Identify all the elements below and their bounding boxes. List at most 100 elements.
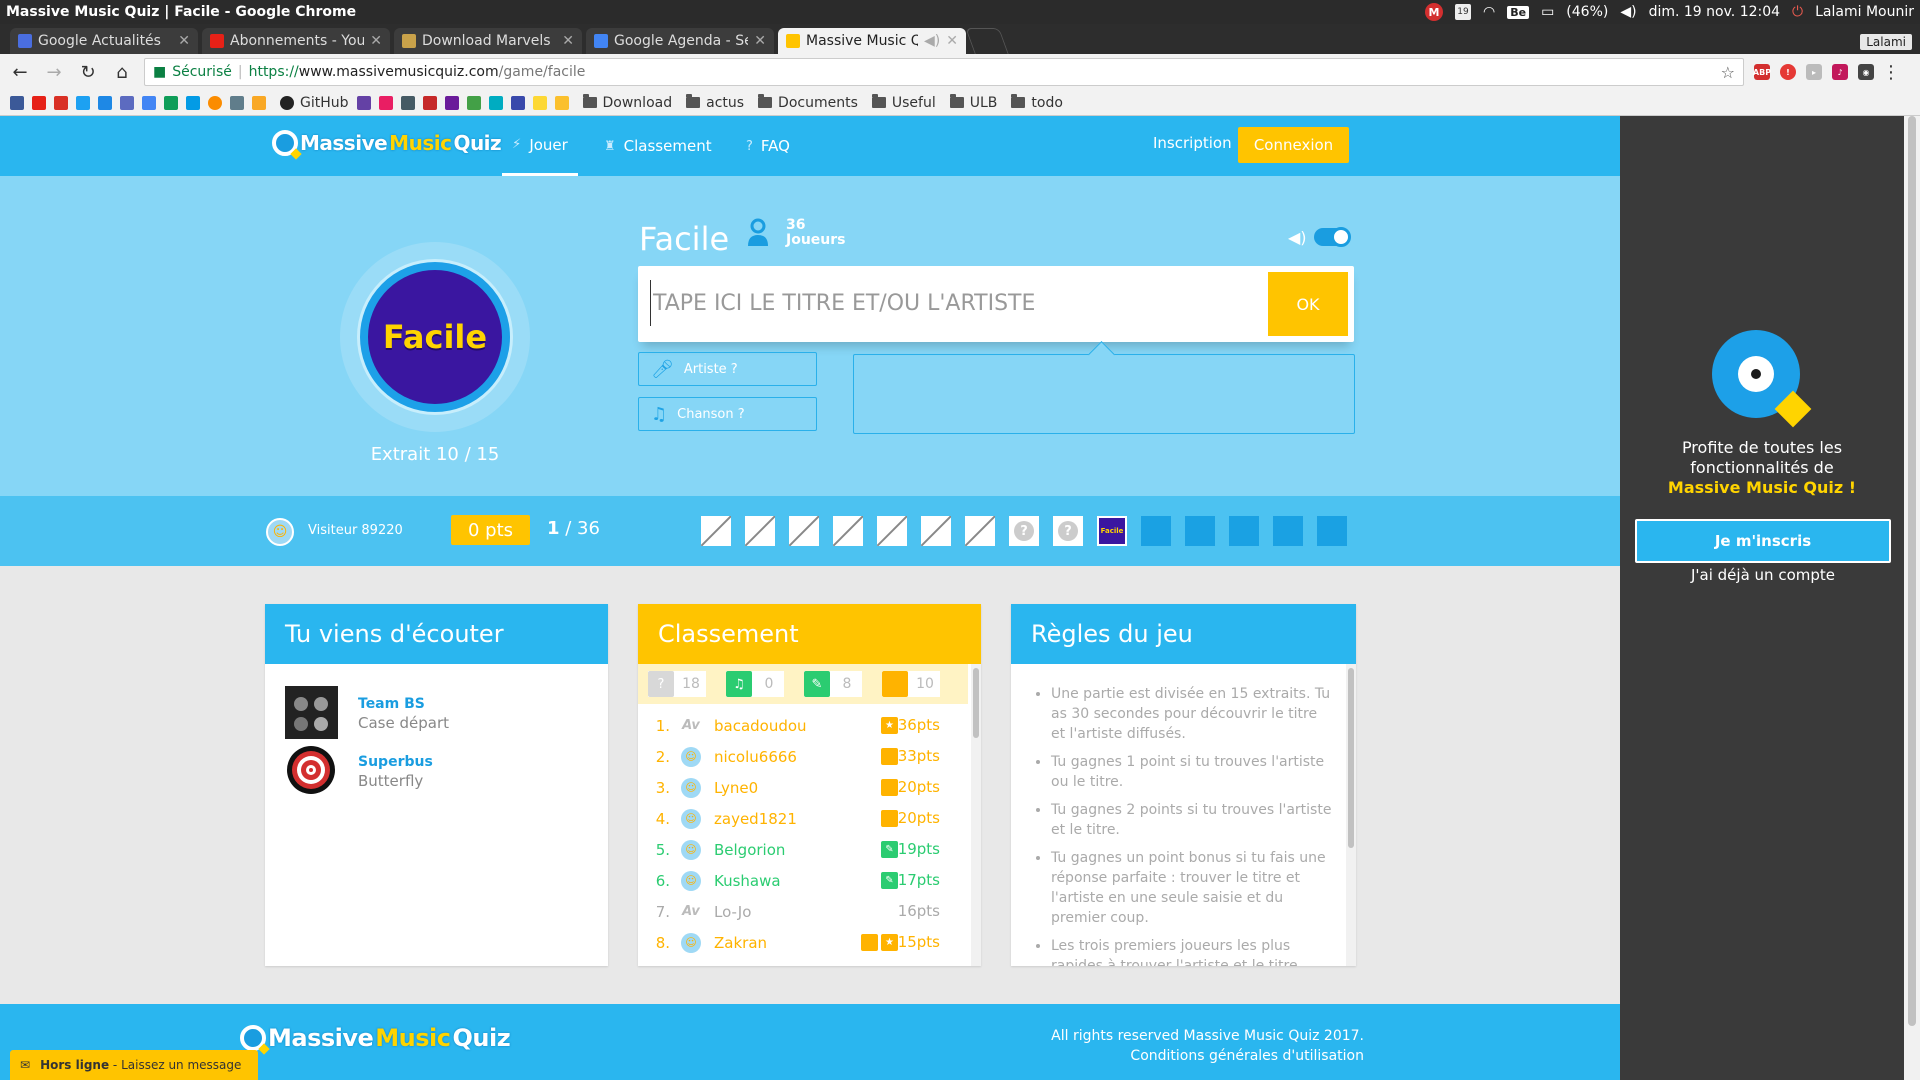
scrollbar-thumb[interactable] [1908, 116, 1916, 1026]
browser-tab[interactable]: Download Marvels ✕ [394, 28, 582, 54]
song-artist[interactable]: Team BS [358, 696, 449, 712]
nav-faq[interactable]: ? FAQ [746, 116, 790, 176]
bookmark-icon[interactable] [98, 95, 112, 110]
adblock-icon[interactable]: ABP [1753, 64, 1771, 80]
sound-toggle[interactable] [1314, 227, 1351, 247]
clock[interactable]: dim. 19 nov. 12:04 [1649, 4, 1780, 20]
bookmark-icon[interactable] [488, 95, 503, 110]
chat-widget[interactable]: ✉ Hors ligne - Laissez un message [10, 1050, 258, 1080]
player-name[interactable]: Zakran [714, 934, 767, 952]
bookmark-github[interactable]: GitHub [280, 95, 349, 111]
signup-button[interactable]: Je m'inscris [1635, 519, 1891, 563]
bookmark-icon[interactable] [208, 95, 222, 110]
terms-link[interactable]: Conditions générales d'utilisation [1051, 1046, 1364, 1066]
login-link[interactable]: J'ai déjà un compte [1635, 566, 1891, 584]
battery-icon[interactable]: ▭ [1541, 4, 1554, 20]
bookmark-icon[interactable] [252, 95, 266, 110]
bookmark-icon[interactable] [400, 95, 415, 110]
browser-tab[interactable]: Google Actualités ✕ [10, 28, 198, 54]
gmail-icon[interactable] [54, 95, 68, 110]
bookmark-folder-todo[interactable]: todo [1011, 94, 1063, 111]
ranking-scrollbar[interactable] [971, 664, 981, 966]
calendar-icon[interactable]: 19 [1454, 4, 1471, 20]
site-logo[interactable]: Massive Music Quiz [272, 130, 502, 156]
back-icon[interactable]: ← [8, 60, 32, 84]
mail-icon[interactable]: M [1424, 3, 1443, 21]
ranking-row[interactable]: 4. ☺ zayed1821 20pts [638, 803, 968, 834]
ranking-row[interactable]: 7. Av Lo-Jo 16pts [638, 896, 968, 927]
bookmark-icon[interactable] [510, 95, 525, 110]
new-tab-button[interactable] [965, 28, 1009, 54]
login-button[interactable]: Connexion [1238, 127, 1349, 163]
footer-logo[interactable]: Massive Music Quiz [240, 1024, 511, 1052]
answer-input[interactable] [650, 280, 1260, 326]
bookmark-icon[interactable] [378, 95, 393, 110]
browser-tab-active[interactable]: Massive Music Q ◀) ✕ [778, 28, 966, 54]
facebook-icon[interactable] [10, 95, 24, 110]
power-icon[interactable]: ⏻ [1792, 4, 1803, 20]
player-name[interactable]: nicolu6666 [714, 748, 797, 766]
ranking-row[interactable]: 3. ☺ Lyne0 20pts [638, 772, 968, 803]
youtube-icon[interactable] [32, 95, 46, 110]
bookmark-folder-useful[interactable]: Useful [871, 94, 936, 111]
address-bar[interactable]: ■ Sécurisé | https://www.massivemusicqui… [144, 58, 1744, 86]
volume-icon[interactable]: ◀) [1620, 4, 1636, 20]
rules-scrollbar[interactable] [1346, 664, 1356, 966]
nav-play[interactable]: ⚡ Jouer [502, 116, 578, 176]
player-name[interactable]: zayed1821 [714, 810, 797, 828]
close-icon[interactable]: ✕ [370, 33, 382, 49]
close-icon[interactable]: ✕ [178, 33, 190, 49]
close-icon[interactable]: ✕ [754, 33, 766, 49]
bookmark-icon[interactable] [230, 95, 244, 110]
song-artist[interactable]: Superbus [358, 754, 433, 770]
bookmark-icon[interactable] [466, 95, 481, 110]
page-scrollbar[interactable] [1904, 116, 1920, 1080]
extension-red-icon[interactable]: ! [1780, 64, 1796, 80]
twitch-icon[interactable] [356, 95, 371, 110]
browser-tab[interactable]: Abonnements - You ✕ [202, 28, 390, 54]
lock-icon[interactable]: ■ [153, 64, 166, 80]
song-item[interactable]: Superbus Butterfly [265, 744, 608, 802]
scrollbar-thumb[interactable] [973, 668, 979, 738]
browser-tab[interactable]: Google Agenda - Se ✕ [586, 28, 774, 54]
twitter-icon[interactable] [76, 95, 90, 110]
close-icon[interactable]: ✕ [946, 33, 958, 49]
bookmark-icon[interactable] [532, 95, 547, 110]
bookmark-icon[interactable] [554, 95, 569, 110]
bookmark-icon[interactable] [422, 95, 437, 110]
signup-link[interactable]: Inscription [1153, 134, 1232, 152]
session-user[interactable]: Lalami Mounir [1815, 4, 1914, 20]
bookmark-folder-ulb[interactable]: ULB [949, 94, 997, 111]
song-item[interactable]: Team BS Case départ [265, 686, 608, 744]
bookmark-folder-download[interactable]: Download [582, 94, 672, 111]
speaker-icon[interactable]: ◀) [924, 33, 940, 49]
reload-icon[interactable]: ↻ [76, 60, 100, 84]
ranking-row[interactable]: 6. ☺ Kushawa ✎ 17pts [638, 865, 968, 896]
nav-ranking[interactable]: ♜ Classement [604, 116, 712, 176]
calendar-icon[interactable] [142, 95, 156, 110]
bookmark-folder-actus[interactable]: actus [686, 94, 744, 111]
player-name[interactable]: bacadoudou [714, 717, 807, 735]
music-extension-icon[interactable]: ♪ [1832, 64, 1848, 80]
ranking-row[interactable]: 5. ☺ Belgorion ✎ 19pts [638, 834, 968, 865]
song-hint-button[interactable]: ♫ Chanson ? [638, 397, 817, 431]
close-icon[interactable]: ✕ [562, 33, 574, 49]
profile-button[interactable]: Lalami [1860, 34, 1912, 50]
player-name[interactable]: Lo-Jo [714, 903, 751, 921]
player-name[interactable]: Lyne0 [714, 779, 758, 797]
bookmark-icon[interactable] [120, 95, 134, 110]
ranking-row[interactable]: 1. Av bacadoudou ★ 36pts [638, 710, 968, 741]
bookmark-star-icon[interactable]: ☆ [1721, 63, 1735, 82]
ranking-row[interactable]: 2. ☺ nicolu6666 33pts [638, 741, 968, 772]
menu-icon[interactable]: ⋮ [1882, 60, 1900, 84]
bookmark-icon[interactable] [186, 95, 200, 110]
player-name[interactable]: Belgorion [714, 841, 785, 859]
bookmark-folder-documents[interactable]: Documents [758, 94, 858, 111]
home-icon[interactable]: ⌂ [110, 60, 134, 84]
wifi-icon[interactable]: ◠ [1483, 4, 1495, 20]
bookmark-icon[interactable] [444, 95, 459, 110]
keyboard-layout-indicator[interactable]: Be [1507, 5, 1530, 19]
extension-dark-icon[interactable]: ◉ [1858, 64, 1874, 80]
ranking-row[interactable]: 8. ☺ Zakran ★ 15pts [638, 927, 968, 958]
scrollbar-thumb[interactable] [1348, 668, 1354, 848]
